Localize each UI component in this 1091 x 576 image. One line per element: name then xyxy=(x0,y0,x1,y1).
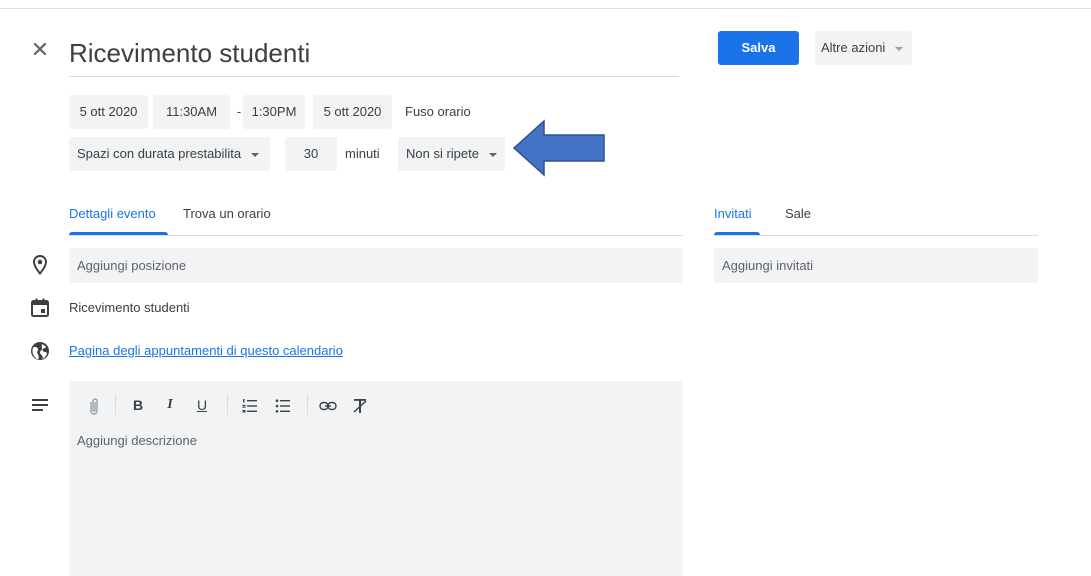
tab-event-details[interactable]: Dettagli evento xyxy=(69,206,156,221)
bulleted-list-icon[interactable] xyxy=(275,397,291,415)
slot-duration-unit: minuti xyxy=(345,146,380,161)
timezone-link[interactable]: Fuso orario xyxy=(405,95,495,129)
tab-rooms[interactable]: Sale xyxy=(785,206,811,221)
globe-icon xyxy=(31,342,49,360)
chevron-down-icon xyxy=(894,46,903,51)
underline-icon[interactable]: U xyxy=(195,397,209,415)
start-date-picker[interactable]: 5 ott 2020 xyxy=(69,95,148,129)
tab-guests[interactable]: Invitati xyxy=(714,206,752,221)
bold-icon[interactable]: B xyxy=(131,397,145,415)
location-input[interactable]: Aggiungi posizione xyxy=(69,248,683,283)
end-time-picker[interactable]: 1:30PM xyxy=(243,95,305,129)
repeat-select[interactable]: Non si ripete xyxy=(398,137,505,171)
slot-type-select[interactable]: Spazi con durata prestabilita xyxy=(69,137,270,171)
numbered-list-icon[interactable] xyxy=(242,397,258,415)
location-pin-icon xyxy=(33,255,47,275)
save-button[interactable]: Salva xyxy=(718,31,799,65)
description-lines-icon xyxy=(32,399,48,411)
start-time-picker[interactable]: 11:30AM xyxy=(153,95,230,129)
clear-formatting-icon[interactable] xyxy=(352,397,368,415)
end-date-picker[interactable]: 5 ott 2020 xyxy=(313,95,392,129)
link-icon[interactable] xyxy=(319,397,337,415)
slot-duration-input[interactable]: 30 xyxy=(285,137,337,171)
annotation-arrow-icon xyxy=(512,119,605,177)
description-placeholder: Aggiungi descrizione xyxy=(77,433,197,448)
tabs-divider xyxy=(69,235,683,236)
chevron-down-icon xyxy=(488,152,497,157)
chevron-down-icon xyxy=(250,152,259,157)
attachment-icon[interactable] xyxy=(87,396,101,416)
more-actions-label: Altre azioni xyxy=(821,40,886,55)
repeat-label: Non si ripete xyxy=(406,146,479,161)
toolbar-separator xyxy=(115,395,116,415)
top-divider xyxy=(0,8,1091,9)
toolbar-separator xyxy=(227,395,228,415)
toolbar-separator xyxy=(307,395,308,415)
calendar-icon xyxy=(31,298,49,317)
description-editor[interactable]: B I U Aggiungi descrizione xyxy=(69,381,683,576)
calendar-name: Ricevimento studenti xyxy=(69,300,190,315)
italic-icon[interactable]: I xyxy=(163,397,177,415)
slot-type-label: Spazi con durata prestabilita xyxy=(77,146,242,161)
guests-input[interactable]: Aggiungi invitati xyxy=(714,248,1038,283)
tabs-divider xyxy=(714,235,1038,236)
event-title-input[interactable]: Ricevimento studenti xyxy=(69,38,679,77)
more-actions-button[interactable]: Altre azioni xyxy=(815,31,912,65)
tab-find-time[interactable]: Trova un orario xyxy=(183,206,271,221)
booking-page-link[interactable]: Pagina degli appuntamenti di questo cale… xyxy=(69,343,343,358)
close-icon[interactable]: ✕ xyxy=(28,38,52,62)
